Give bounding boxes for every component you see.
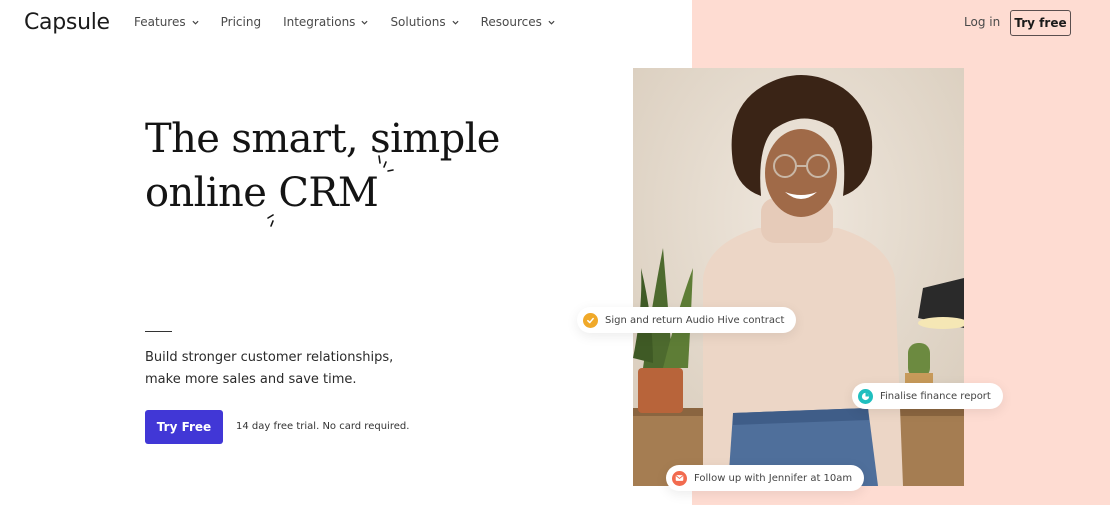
nav-item-solutions[interactable]: Solutions [390, 15, 459, 29]
headline-line-2-prefix: online [145, 170, 267, 216]
trial-note: 14 day free trial. No card required. [236, 421, 410, 432]
sparkle-icon [267, 214, 275, 227]
chevron-down-icon [548, 20, 555, 25]
headline-highlight: CRM [267, 155, 395, 227]
headline-line-1: The smart, simple [145, 116, 500, 162]
nav-item-label: Features [134, 15, 186, 29]
task-chip-contract: Sign and return Audio Hive contract [577, 307, 797, 333]
task-chip-finance-report: Finalise finance report [852, 383, 1003, 409]
capsule-logo[interactable]: Capsule [24, 10, 110, 35]
task-chip-follow-up: Follow up with Jennifer at 10am [666, 465, 865, 491]
nav-item-integrations[interactable]: Integrations [283, 15, 368, 29]
chevron-down-icon [361, 20, 368, 25]
task-label: Sign and return Audio Hive contract [605, 314, 785, 326]
hero-headline: The smart, simple online CRM [145, 112, 500, 227]
task-label: Follow up with Jennifer at 10am [694, 472, 853, 484]
hero-photo [633, 68, 964, 486]
try-free-cta-button[interactable]: Try Free [145, 410, 223, 444]
top-navigation: Capsule Features Pricing Integrations So… [0, 0, 1110, 46]
nav-item-label: Integrations [283, 15, 356, 29]
nav-item-resources[interactable]: Resources [481, 15, 555, 29]
chevron-down-icon [192, 20, 199, 25]
woman-smiling-illustration [633, 68, 964, 486]
nav-item-label: Pricing [220, 15, 262, 29]
nav-item-pricing[interactable]: Pricing [221, 15, 261, 29]
hero-subtext: Build stronger customer relationships, m… [145, 350, 394, 387]
nav-item-label: Solutions [390, 15, 446, 29]
sparkle-icon [378, 155, 395, 172]
pie-chart-icon [858, 388, 873, 404]
check-icon [583, 312, 598, 328]
nav-item-features[interactable]: Features [134, 15, 199, 29]
mail-icon [672, 470, 687, 486]
task-label: Finalise finance report [880, 390, 991, 402]
nav-item-label: Resources [480, 15, 542, 29]
login-link[interactable]: Log in [964, 15, 1000, 29]
try-free-nav-button[interactable]: Try free [1010, 10, 1071, 36]
headline-highlight-text: CRM [278, 170, 379, 216]
hero-divider [145, 331, 172, 332]
chevron-down-icon [452, 20, 459, 25]
nav-links: Features Pricing Integrations Solutions … [134, 15, 577, 29]
